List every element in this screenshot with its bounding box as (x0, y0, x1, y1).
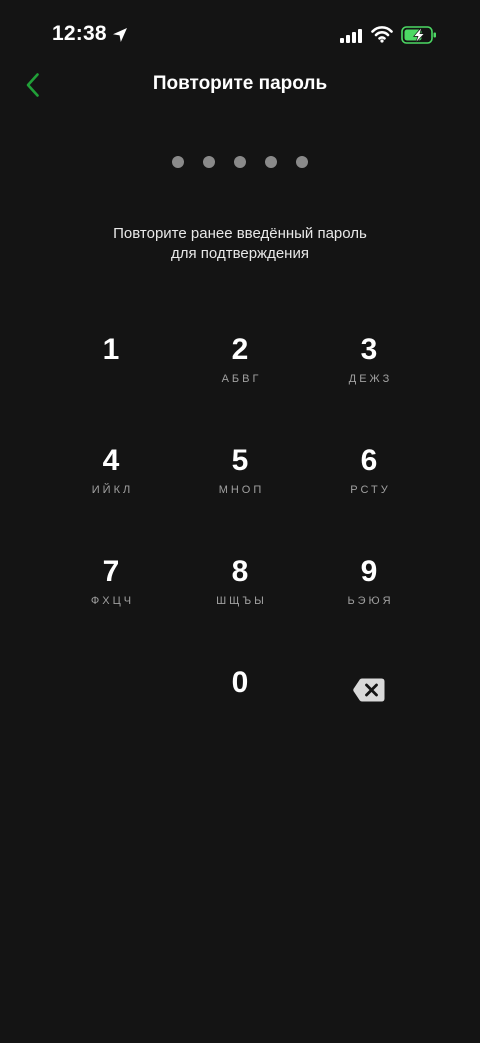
key-letters: ДЕЖЗ (348, 373, 393, 385)
signal-icon (340, 29, 362, 43)
key-letters: МНОП (218, 484, 265, 496)
pin-dot (234, 156, 246, 168)
backspace-icon (353, 678, 385, 702)
key-2[interactable]: 2 АБВГ (180, 330, 300, 410)
status-bar: 12:38 (0, 0, 480, 70)
key-digit: 6 (360, 444, 378, 477)
key-9[interactable]: 9 ЬЭЮЯ (309, 552, 429, 632)
backspace-button[interactable] (309, 663, 429, 743)
wifi-icon (371, 26, 393, 43)
status-time: 12:38 (52, 22, 107, 45)
pin-dot (296, 156, 308, 168)
key-1[interactable]: 1 (51, 330, 171, 410)
key-letters: ШЩЪЫ (216, 595, 267, 607)
key-3[interactable]: 3 ДЕЖЗ (309, 330, 429, 410)
key-7[interactable]: 7 ФХЦЧ (51, 552, 171, 632)
key-5[interactable]: 5 МНОП (180, 441, 300, 521)
key-letters: РСТУ (350, 484, 391, 496)
key-letters: АБВГ (221, 373, 262, 385)
page-title: Повторите пароль (152, 73, 328, 94)
description: Повторите ранее введённый пароль для под… (0, 224, 480, 264)
key-digit: 3 (360, 333, 378, 366)
description-line-1: Повторите ранее введённый пароль (113, 225, 367, 242)
key-digit: 2 (231, 333, 249, 366)
pin-indicator (0, 156, 480, 168)
key-letters: ИЙКЛ (91, 484, 134, 496)
key-digit: 5 (231, 444, 249, 477)
pin-dot (265, 156, 277, 168)
key-8[interactable]: 8 ШЩЪЫ (180, 552, 300, 632)
pin-dot (172, 156, 184, 168)
pin-dot (203, 156, 215, 168)
key-digit: 0 (231, 666, 249, 699)
key-0[interactable]: 0 (180, 663, 300, 743)
description-line-2: для подтверждения (171, 245, 309, 262)
key-4[interactable]: 4 ИЙКЛ (51, 441, 171, 521)
key-6[interactable]: 6 РСТУ (309, 441, 429, 521)
key-digit: 4 (102, 444, 120, 477)
battery-charging-icon (401, 26, 436, 44)
key-letters: ЬЭЮЯ (347, 595, 394, 607)
key-digit: 7 (102, 555, 120, 588)
key-digit: 1 (102, 333, 120, 366)
key-digit: 9 (360, 555, 378, 588)
key-letters: ФХЦЧ (90, 595, 135, 607)
location-arrow-icon (113, 28, 127, 42)
key-digit: 8 (231, 555, 249, 588)
